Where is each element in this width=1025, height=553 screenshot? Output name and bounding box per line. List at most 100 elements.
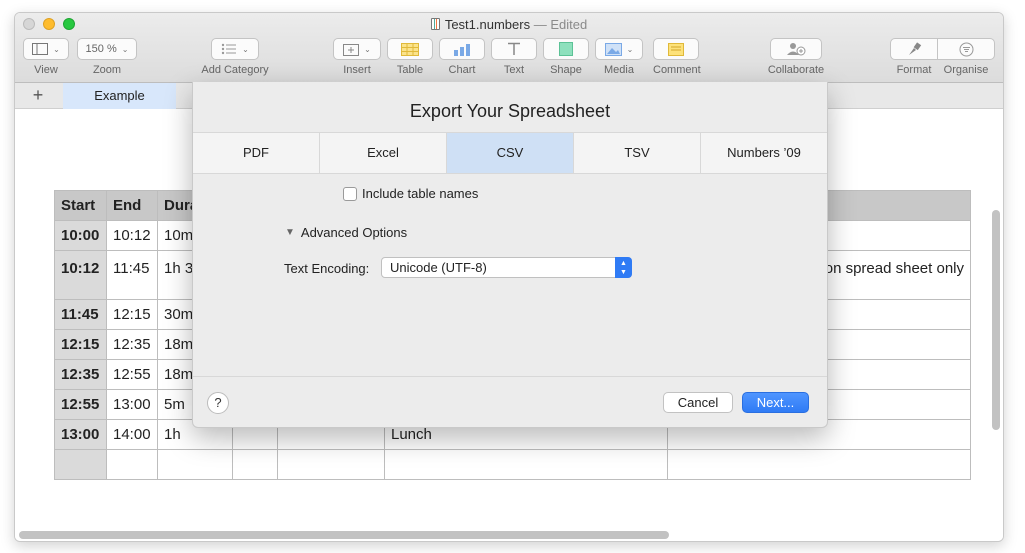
organise-icon [959,42,973,56]
table-button[interactable] [387,38,433,60]
tab-numbers-09[interactable]: Numbers ’09 [701,133,827,173]
collaborate-person-icon [787,43,806,56]
table-cell[interactable] [277,449,385,480]
toolbar-collaborate[interactable]: Collaborate [763,38,829,80]
table-cell[interactable]: 12:55 [106,359,158,390]
help-button[interactable]: ? [207,392,229,414]
include-table-names-label: Include table names [362,186,479,201]
dialog-divider [193,376,827,377]
format-brush-icon [909,42,922,55]
table-cell[interactable]: 12:35 [54,359,107,390]
tab-pdf[interactable]: PDF [193,133,320,173]
text-encoding-value: Unicode (UTF-8) [390,260,487,275]
table-cell[interactable] [232,449,278,480]
chevron-down-icon: ⌄ [364,44,371,54]
table-cell[interactable] [106,449,158,480]
table-cell[interactable]: 10:12 [54,250,107,300]
tab-excel[interactable]: Excel [320,133,447,173]
advanced-options-disclosure[interactable]: ▼ Advanced Options [285,225,407,240]
zoom-label: Zoom [92,64,122,76]
view-button[interactable]: ⌄ [23,38,69,60]
sheet-tab-example[interactable]: Example [63,83,176,109]
view-sidebar-icon [32,43,49,55]
table-cell[interactable]: 12:55 [54,389,107,420]
table-icon [401,42,419,56]
toolbar: Test1.numbers — Edited ⌄ View 150 % ⌄ Zoo… [15,13,1003,83]
table-cell[interactable]: 10:12 [106,220,158,251]
include-table-names-checkbox[interactable] [343,186,357,201]
format-button[interactable] [890,38,938,60]
toolbar-text[interactable]: Text [491,38,537,80]
disclosure-triangle-icon: ▼ [285,227,295,238]
media-button[interactable]: ⌄ [595,38,643,60]
table-cell[interactable]: 11:45 [54,299,107,330]
toolbar-add-category[interactable]: ⌄ Add Category [195,38,275,80]
table-cell[interactable]: 14:00 [106,419,158,450]
table-header-cell[interactable]: End [106,190,158,221]
organise-button[interactable] [937,38,995,60]
include-table-names-option[interactable]: Include table names [343,186,478,201]
tab-csv[interactable]: CSV [447,133,574,173]
horizontal-scrollbar[interactable] [19,531,669,539]
table-cell[interactable]: 10:00 [54,220,107,251]
media-label: Media [604,64,634,76]
shape-button[interactable] [543,38,589,60]
add-sheet-button[interactable]: + [27,85,49,106]
next-button[interactable]: Next... [742,392,809,413]
text-button[interactable] [491,38,537,60]
media-photo-icon [604,42,622,56]
table-cell[interactable] [157,449,233,480]
table-label: Table [396,64,424,76]
toolbar-format[interactable]: Format [890,38,938,80]
zoom-value: 150 % [85,43,117,55]
toolbar-insert[interactable]: ⌄ Insert [333,38,381,80]
comment-button[interactable] [653,38,699,60]
chart-button[interactable] [439,38,485,60]
toolbar-zoom[interactable]: 150 % ⌄ Zoom [77,38,137,80]
zoom-select[interactable]: 150 % ⌄ [77,38,137,60]
list-icon [221,43,237,55]
vertical-scrollbar[interactable] [992,210,1000,430]
table-cell[interactable]: 12:15 [54,329,107,360]
text-label: Text [503,64,525,76]
table-cell[interactable]: 12:15 [106,299,158,330]
chevron-down-icon: ⌄ [242,44,249,54]
advanced-options-label: Advanced Options [300,225,408,240]
toolbar-table[interactable]: Table [387,38,433,80]
table-cell[interactable]: 12:35 [106,329,158,360]
table-cell[interactable]: 13:00 [54,419,107,450]
chevron-down-icon: ⌄ [626,44,634,54]
insert-icon [343,43,360,56]
text-icon [508,42,520,55]
table-row [54,449,971,480]
export-dialog: Export Your Spreadsheet PDF Excel CSV TS… [192,82,828,428]
table-cell[interactable] [667,449,971,480]
tab-tsv[interactable]: TSV [574,133,701,173]
numbers-document-icon [430,18,440,30]
chart-label: Chart [448,64,476,76]
table-cell[interactable]: 13:00 [106,389,158,420]
table-cell[interactable] [384,449,668,480]
view-label: View [34,64,58,76]
cancel-button[interactable]: Cancel [663,392,733,413]
collaborate-label: Collaborate [767,64,825,76]
edited-status: — Edited [533,17,588,32]
collaborate-button[interactable] [770,38,822,60]
table-header-cell[interactable]: Start [54,190,107,221]
chevron-down-icon: ⌄ [121,44,129,54]
export-format-tabs: PDF Excel CSV TSV Numbers ’09 [193,132,827,174]
toolbar-shape[interactable]: Shape [543,38,589,80]
add-category-label: Add Category [201,64,269,76]
text-encoding-select[interactable]: Unicode (UTF-8) ▲ ▼ [381,257,632,278]
table-cell[interactable]: 11:45 [106,250,158,300]
toolbar-chart[interactable]: Chart [439,38,485,80]
toolbar-media[interactable]: ⌄ Media [595,38,643,80]
window-title: Test1.numbers — Edited [15,17,1003,32]
toolbar-organise[interactable]: Organise [937,38,995,80]
insert-button[interactable]: ⌄ [333,38,381,60]
table-cell[interactable] [54,449,107,480]
toolbar-comment[interactable]: Comment [653,38,701,80]
add-category-button[interactable]: ⌄ [211,38,259,60]
comment-icon [668,42,684,56]
toolbar-view[interactable]: ⌄ View [23,38,69,80]
